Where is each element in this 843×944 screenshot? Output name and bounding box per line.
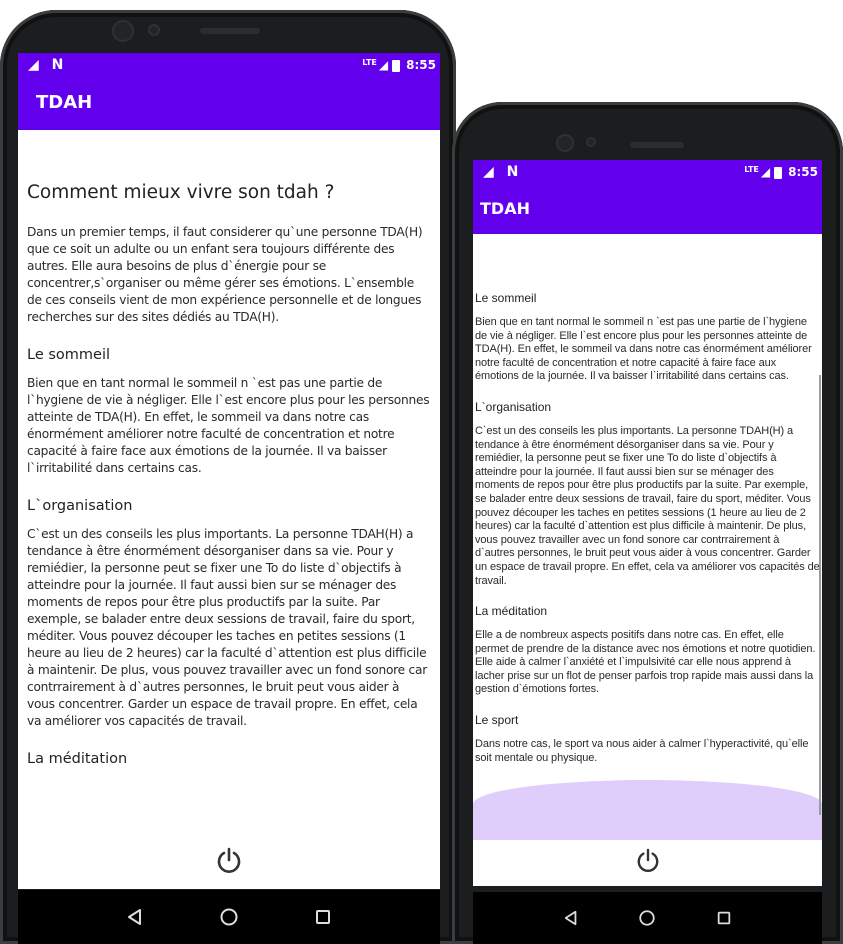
signal-icon: ◢ — [760, 165, 771, 179]
front-camera-icon — [112, 20, 134, 42]
signal-icon: ◢ — [378, 58, 389, 72]
notification-icons: ◢ N — [28, 57, 68, 73]
page-title: Comment mieux vivre son tdah ? — [27, 182, 335, 203]
section-text-sport: Dans notre cas, le sport va nous aider à… — [475, 738, 809, 764]
clock: 8:55 — [788, 165, 818, 179]
home-circle-icon[interactable] — [215, 903, 243, 931]
status-right: LTE ◢ 8:55 — [362, 58, 436, 72]
status-bar: ◢ N LTE ◢ 8:55 — [18, 53, 440, 80]
section-title-organisation: L`organisation — [475, 399, 552, 414]
back-triangle-icon[interactable] — [557, 904, 585, 932]
section-text-organisation: C`est un des conseils les plus important… — [475, 424, 820, 587]
network-type: LTE — [362, 58, 377, 67]
section-title-sport: Le sport — [475, 713, 519, 728]
app-bar-title: TDAH — [18, 80, 440, 130]
speaker-grille — [630, 142, 684, 148]
article-content[interactable]: Le sommeil Bien que en tant normal le so… — [473, 291, 822, 765]
section-text-organisation: C`est un des conseils les plus important… — [27, 527, 427, 728]
recents-square-icon[interactable] — [710, 904, 738, 932]
section-text-meditation: Elle a de nombreux aspects positifs dans… — [475, 629, 816, 696]
recents-square-icon[interactable] — [309, 903, 337, 931]
navigation-bar — [18, 890, 440, 944]
phone-large: ◢ N LTE ◢ 8:55 TDAH Comment mieux vivre so… — [0, 10, 456, 944]
speaker-grille — [200, 28, 260, 34]
home-circle-icon[interactable] — [633, 904, 661, 932]
app-bar-title: TDAH — [473, 186, 822, 234]
power-icon[interactable] — [636, 848, 660, 874]
clock: 8:55 — [406, 58, 436, 72]
battery-icon — [774, 166, 783, 179]
back-triangle-icon[interactable] — [121, 903, 149, 931]
screen-small: ◢ N LTE ◢ 8:55 TDAH Le sommeil Bien que en… — [473, 160, 822, 886]
network-type: LTE — [744, 165, 759, 174]
section-title-sommeil: Le sommeil — [27, 347, 111, 363]
sensor-icon — [586, 137, 596, 147]
power-icon[interactable] — [216, 847, 242, 875]
section-title-meditation: La méditation — [475, 604, 548, 619]
phone-small: ◢ N LTE ◢ 8:55 TDAH Le sommeil Bien que en… — [452, 102, 843, 944]
power-button-area — [473, 840, 822, 886]
section-title-sommeil: Le sommeil — [475, 291, 537, 305]
sensor-icon — [148, 24, 160, 36]
power-button-area — [18, 839, 440, 889]
article-content[interactable]: Comment mieux vivre son tdah ? Dans un p… — [18, 182, 440, 767]
notification-icons: ◢ N — [483, 164, 523, 180]
section-text-sommeil: Bien que en tant normal le sommeil n `es… — [475, 316, 812, 383]
status-right: LTE ◢ 8:55 — [744, 165, 818, 179]
section-title-organisation: L`organisation — [27, 498, 133, 514]
overscroll-glow — [473, 780, 822, 840]
navigation-bar — [473, 892, 822, 944]
battery-icon — [392, 59, 401, 72]
section-title-meditation: La méditation — [27, 751, 128, 767]
status-bar: ◢ N LTE ◢ 8:55 — [473, 160, 822, 186]
screen-large: ◢ N LTE ◢ 8:55 TDAH Comment mieux vivre so… — [18, 53, 440, 889]
section-text-sommeil: Bien que en tant normal le sommeil n `es… — [27, 376, 430, 475]
front-camera-icon — [556, 134, 574, 152]
intro-paragraph: Dans un premier temps, il faut considere… — [27, 225, 423, 324]
